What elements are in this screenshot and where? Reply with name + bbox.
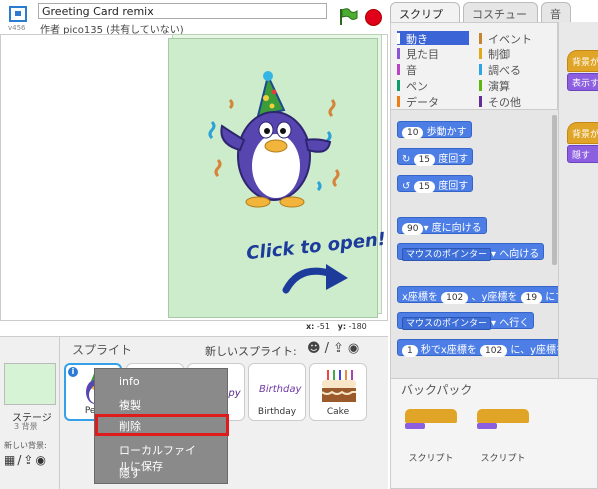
category-motion[interactable]: 動き [397, 31, 469, 46]
scratch-editor: v456 作者 pico135 (共有していない) [0, 0, 598, 489]
sprite-library-icon[interactable]: ☻ [307, 341, 325, 356]
block-goto-xy[interactable]: x座標を 102 、y座標を 19 にする [397, 286, 558, 304]
stop-icon[interactable] [365, 9, 382, 26]
backpack-item-label: スクリプト [408, 454, 454, 464]
new-sprite-tools: ☻/⇪◉ [307, 341, 363, 356]
menu-item-delete[interactable]: 削除 [95, 414, 229, 436]
paint-icon[interactable]: / [325, 341, 333, 356]
block-move[interactable]: 10 歩動かす [397, 121, 472, 139]
block-turn-left[interactable]: ↺ 15 度回す [397, 175, 474, 193]
new-backdrop-label: 新しい背景: [4, 441, 47, 450]
mouse-x-value: -51 [316, 322, 330, 331]
menu-item-save-local[interactable]: ローカルファイルに保存 [95, 438, 229, 473]
new-sprite-label: 新しいスプライト: [205, 345, 297, 358]
info-icon[interactable]: i [68, 367, 78, 377]
mouse-coordinates: x: -51 y: -180 [306, 322, 367, 331]
camera-icon[interactable]: ◉ [35, 453, 47, 467]
category-more[interactable]: その他 [479, 94, 551, 109]
penguin-illustration [208, 71, 340, 208]
script-area[interactable]: 背景が 表示す 背景が 隠す [558, 22, 598, 378]
script-hide-block[interactable]: 隠す [567, 145, 598, 163]
category-pen[interactable]: ペン [397, 78, 469, 93]
stage-thumbnail[interactable] [4, 363, 56, 405]
birthday-thumb-text: Birthday [259, 384, 302, 395]
category-data[interactable]: データ [397, 94, 469, 109]
upload-icon[interactable]: ⇪ [333, 341, 348, 356]
block-glide[interactable]: 1 秒でx座標を 102 に、y座標を [397, 339, 558, 357]
sprite-name: Cake [326, 407, 350, 417]
block-goto-target[interactable]: マウスのポインター ▾ へ行く [397, 312, 535, 330]
menu-item-duplicate[interactable]: 複製 [95, 393, 229, 415]
cake-thumbnail [321, 370, 356, 402]
category-palette: 動き 見た目 音 ペン データ イベント 制御 調べる 演算 その他 [390, 22, 558, 110]
rotate-right-icon: ↻ [402, 154, 411, 165]
blocks-scrollbar[interactable] [552, 115, 557, 265]
sprite-tile-birthday[interactable]: Birthday Birthday [248, 363, 306, 421]
backpack-title: バックパック [401, 383, 473, 397]
mouse-y-value: -180 [348, 322, 367, 331]
backpack-item-label: スクリプト [480, 454, 526, 464]
sprites-header: スプライト [72, 343, 133, 357]
block-turn-right[interactable]: ↻ 15 度回す [397, 148, 474, 166]
block-point-towards[interactable]: マウスのポインター ▾ へ向ける [397, 243, 545, 261]
category-sound[interactable]: 音 [397, 62, 469, 77]
image-library-icon[interactable]: ▦ [4, 453, 17, 467]
context-menu: info 複製 削除 ローカルファイルに保存 隠す [94, 368, 229, 484]
tab-scripts[interactable]: スクリプト [390, 2, 460, 37]
blocks-palette: 10 歩動かす ↻ 15 度回す ↺ 15 度回す 90 ▾ 度に向ける マウスの… [390, 110, 558, 378]
script-hat-1[interactable]: 背景が [567, 50, 598, 72]
sprite-tile-cake[interactable]: Cake [309, 363, 367, 421]
tab-sounds[interactable]: 音 [541, 2, 571, 22]
category-events[interactable]: イベント [479, 31, 551, 46]
script-show-block[interactable]: 表示す [567, 73, 598, 91]
menu-item-hide[interactable]: 隠す [95, 461, 229, 483]
stage-panel: ステージ 3 背景 新しい背景: ▦/⇪◉ [0, 337, 60, 489]
category-sensing[interactable]: 調べる [479, 62, 551, 77]
top-bar: v456 作者 pico135 (共有していない) [0, 0, 390, 36]
backpack-item[interactable]: スクリプト [401, 407, 461, 464]
backpack: バックパック スクリプト スクリプト [390, 378, 598, 489]
backpack-item[interactable]: スクリプト [473, 407, 533, 464]
arrow-icon [282, 264, 348, 294]
script-hat-2[interactable]: 背景が [567, 122, 598, 144]
category-operators[interactable]: 演算 [479, 78, 551, 93]
project-title-input[interactable] [38, 3, 327, 19]
editor-tabs: スクリプト コスチューム 音 [390, 0, 598, 37]
green-flag-icon[interactable] [338, 8, 358, 26]
version-label: v456 [8, 24, 26, 32]
camera-icon[interactable]: ◉ [348, 341, 363, 356]
new-backdrop-tools: ▦/⇪◉ [4, 453, 48, 467]
block-point-direction[interactable]: 90 ▾ 度に向ける [397, 217, 487, 235]
category-looks[interactable]: 見た目 [397, 46, 469, 61]
fullscreen-icon[interactable] [6, 4, 30, 24]
tab-costumes[interactable]: コスチューム [463, 2, 538, 37]
stage-backdrop-count: 3 背景 [14, 422, 38, 431]
upload-icon[interactable]: ⇪ [23, 453, 35, 467]
sprite-name: Birthday [257, 407, 297, 417]
category-control[interactable]: 制御 [479, 46, 551, 61]
menu-item-info[interactable]: info [95, 371, 229, 393]
rotate-left-icon: ↺ [402, 181, 411, 192]
